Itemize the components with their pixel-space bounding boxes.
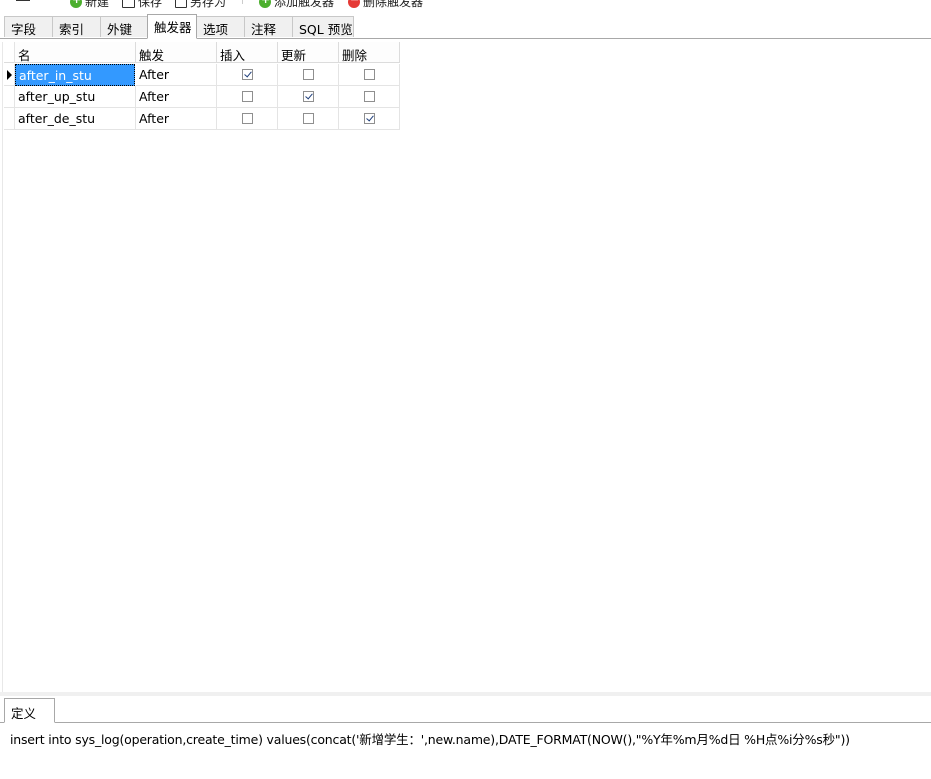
tab-indexes[interactable]: 索引 xyxy=(52,16,101,37)
trigger-definition-editor[interactable]: insert into sys_log(operation,create_tim… xyxy=(10,729,850,748)
add-icon xyxy=(259,0,271,8)
tab-foreign-keys[interactable]: 外键 xyxy=(100,16,149,37)
tab-fields[interactable]: 字段 xyxy=(4,16,53,37)
update-cell[interactable] xyxy=(278,64,339,86)
trigger-timing-cell[interactable]: After xyxy=(136,86,217,108)
insert-checkbox[interactable] xyxy=(242,91,253,102)
new-button[interactable]: 新建 xyxy=(70,0,109,10)
table-row[interactable]: after_de_stu After xyxy=(4,108,400,130)
column-header-timing[interactable]: 触发 xyxy=(136,42,217,63)
save-icon xyxy=(122,0,135,8)
row-header[interactable] xyxy=(4,86,15,108)
trigger-timing-cell[interactable]: After xyxy=(136,108,217,130)
column-header-name[interactable]: 名 xyxy=(15,42,136,63)
trigger-timing-cell[interactable]: After xyxy=(136,64,217,86)
row-header[interactable] xyxy=(4,64,15,86)
delete-cell[interactable] xyxy=(339,64,400,86)
column-header-delete[interactable]: 删除 xyxy=(339,42,400,63)
save-as-button[interactable]: 另存为 xyxy=(175,0,226,10)
tab-definition[interactable]: 定义 xyxy=(4,698,55,723)
trigger-name-cell[interactable]: after_up_stu xyxy=(15,86,136,108)
trigger-name-cell[interactable]: after_de_stu xyxy=(15,108,136,130)
trigger-editor-window: 新建 保存 另存为 添加触发器 删除触发器 字段 索引 外键 触发器 选项 注释… xyxy=(0,0,931,779)
definition-tab-bar: 定义 xyxy=(0,696,931,723)
delete-checkbox[interactable] xyxy=(364,113,375,124)
trigger-name-cell[interactable]: after_in_stu xyxy=(15,64,135,86)
update-cell[interactable] xyxy=(278,108,339,130)
table-row[interactable]: after_up_stu After xyxy=(4,86,400,108)
tab-triggers[interactable]: 触发器 xyxy=(147,14,197,39)
delete-icon xyxy=(348,0,360,8)
update-cell[interactable] xyxy=(278,86,339,108)
insert-checkbox[interactable] xyxy=(242,69,253,80)
save-button[interactable]: 保存 xyxy=(122,0,162,10)
insert-cell[interactable] xyxy=(217,108,278,130)
delete-checkbox[interactable] xyxy=(364,69,375,80)
row-header-corner xyxy=(4,42,15,63)
delete-cell[interactable] xyxy=(339,108,400,130)
toolbar: 新建 保存 另存为 添加触发器 删除触发器 xyxy=(0,0,931,10)
tab-options[interactable]: 选项 xyxy=(196,16,245,37)
table-row[interactable]: after_in_stu After xyxy=(4,64,400,86)
delete-trigger-button[interactable]: 删除触发器 xyxy=(348,0,423,10)
tab-bar: 字段 索引 外键 触发器 选项 注释 SQL 预览 xyxy=(0,14,931,39)
delete-checkbox[interactable] xyxy=(364,91,375,102)
tab-sql-preview[interactable]: SQL 预览 xyxy=(292,16,354,37)
row-header[interactable] xyxy=(4,108,15,130)
update-checkbox[interactable] xyxy=(303,91,314,102)
toolbar-separator xyxy=(242,0,243,4)
insert-cell[interactable] xyxy=(217,86,278,108)
tab-comments[interactable]: 注释 xyxy=(244,16,293,37)
grid-header: 名 触发 插入 更新 删除 xyxy=(4,42,400,63)
save-as-icon xyxy=(175,0,187,8)
add-icon xyxy=(70,0,82,8)
update-checkbox[interactable] xyxy=(303,113,314,124)
update-checkbox[interactable] xyxy=(303,69,314,80)
grid-left-border xyxy=(2,42,3,692)
delete-cell[interactable] xyxy=(339,86,400,108)
column-header-update[interactable]: 更新 xyxy=(278,42,339,63)
current-row-arrow-icon xyxy=(7,70,12,80)
insert-checkbox[interactable] xyxy=(242,113,253,124)
add-trigger-button[interactable]: 添加触发器 xyxy=(259,0,334,10)
insert-cell[interactable] xyxy=(217,64,278,86)
column-header-insert[interactable]: 插入 xyxy=(217,42,278,63)
menu-icon[interactable] xyxy=(16,0,30,1)
